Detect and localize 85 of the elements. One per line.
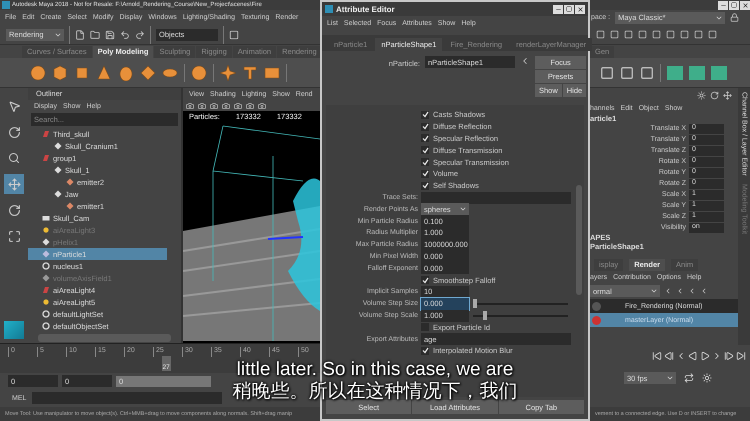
renderable-toggle[interactable] <box>592 302 601 310</box>
particle-node-icon <box>42 250 50 258</box>
cone-icon[interactable] <box>96 64 112 80</box>
emitter-node-icon <box>66 178 74 186</box>
mesh-node-icon <box>54 142 62 150</box>
window-title: Attribute Editor <box>336 4 395 14</box>
minimize-button[interactable] <box>718 0 728 10</box>
checkbox[interactable] <box>421 182 429 190</box>
camera-node-icon <box>42 214 50 222</box>
viewport-tool-icon[interactable] <box>258 102 266 110</box>
group-node-icon <box>42 154 50 162</box>
step-forward-icon[interactable] <box>724 351 734 361</box>
scale-icon <box>8 230 20 242</box>
redo-icon[interactable] <box>135 30 145 40</box>
move-icon <box>8 178 20 190</box>
loop-icon[interactable] <box>684 373 694 383</box>
set-node-icon <box>42 310 50 318</box>
light-node-icon <box>42 226 50 234</box>
viewport-tool-icon[interactable] <box>222 102 230 110</box>
renderable-toggle[interactable] <box>592 316 601 324</box>
viewport-tool-icon[interactable] <box>198 102 206 110</box>
mesh-node-icon <box>42 238 50 246</box>
slider-thumb[interactable] <box>482 310 486 320</box>
caret-icon <box>666 374 674 382</box>
minimize-button[interactable] <box>553 4 563 14</box>
folder-icon[interactable] <box>90 30 100 40</box>
checkbox[interactable] <box>421 134 429 142</box>
surface-icon[interactable] <box>689 66 705 80</box>
close-button[interactable] <box>575 4 585 14</box>
checkbox[interactable] <box>421 158 429 166</box>
rotate-icon <box>8 204 20 216</box>
skip-forward-icon[interactable] <box>736 351 746 361</box>
skip-back-icon[interactable] <box>652 351 662 361</box>
text-field[interactable] <box>421 192 571 204</box>
group-node-icon <box>42 130 50 138</box>
light-node-icon <box>42 298 50 306</box>
cube-icon[interactable] <box>52 64 68 80</box>
diamond-icon[interactable] <box>140 64 156 80</box>
viewport-tool-icon[interactable] <box>246 102 254 110</box>
checkbox[interactable] <box>421 146 429 154</box>
lock-icon[interactable] <box>730 13 740 22</box>
surface-icon[interactable] <box>667 66 683 80</box>
mesh-node-icon <box>54 190 62 198</box>
restore-icon <box>731 2 737 8</box>
field-node-icon <box>42 274 50 282</box>
viewport-tool-icon[interactable] <box>186 102 194 110</box>
restore-button[interactable] <box>729 0 739 10</box>
save-icon[interactable] <box>105 30 115 40</box>
maximize-icon <box>566 6 572 12</box>
checkbox[interactable] <box>421 110 429 119</box>
caret-icon <box>650 287 658 295</box>
maximize-button[interactable] <box>564 4 574 14</box>
new-file-icon[interactable] <box>75 30 85 40</box>
checkbox[interactable] <box>421 170 429 178</box>
scrollbar[interactable] <box>38 334 171 342</box>
set-node-icon <box>42 322 50 330</box>
close-button[interactable] <box>740 0 750 10</box>
letter-icon[interactable] <box>242 64 258 80</box>
sphere-icon[interactable] <box>30 64 46 80</box>
close-icon <box>576 6 584 12</box>
app-icon <box>325 5 333 13</box>
viewport-tool-icon[interactable] <box>210 102 218 110</box>
close-icon <box>742 2 748 8</box>
mesh-node-icon <box>54 166 62 174</box>
undo-icon[interactable] <box>120 30 130 40</box>
nucleus-node-icon <box>42 262 50 270</box>
checkbox[interactable] <box>421 346 429 355</box>
checkbox[interactable] <box>421 276 429 284</box>
emitter-node-icon <box>66 202 74 210</box>
play-back-icon[interactable] <box>688 351 698 361</box>
checkbox[interactable] <box>421 122 429 131</box>
svg-tile-icon[interactable] <box>264 64 280 80</box>
viewport-tool-icon[interactable] <box>234 102 242 110</box>
slider-thumb[interactable] <box>473 298 477 308</box>
command-field[interactable] <box>32 392 222 404</box>
scrollbar[interactable] <box>576 185 582 295</box>
pointer-icon <box>8 100 20 112</box>
app-logo <box>4 321 24 339</box>
star-icon[interactable] <box>220 64 236 80</box>
surface-icon[interactable] <box>711 66 727 80</box>
play-icon[interactable] <box>700 351 710 361</box>
group-node-icon <box>42 286 50 294</box>
app-icon <box>2 1 10 9</box>
step-back-icon[interactable] <box>664 351 674 361</box>
subtitle-line: little later. So in this case, we are <box>236 359 514 380</box>
